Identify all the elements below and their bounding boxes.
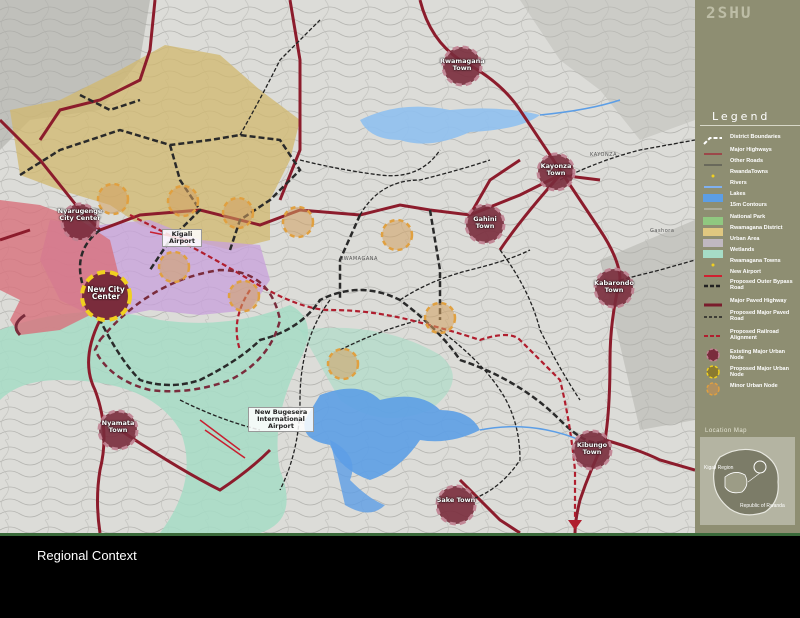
- regional-map: Rwamagana Town Nyarugenge City Center Ki…: [0, 0, 695, 533]
- label-sake: Sake Town: [436, 496, 476, 504]
- highway-thin-icon: [702, 146, 724, 156]
- label-nyarugenge: Nyarugenge City Center: [57, 207, 103, 222]
- label-kabarondo: Kabarondo Town: [594, 279, 634, 294]
- legend-item: Proposed Outer Bypass Road: [702, 278, 800, 291]
- location-map: Kigali Region Republic of Rwanda: [700, 437, 795, 525]
- district-icon: [702, 133, 724, 145]
- legend-item-label: Proposed Outer Bypass Road: [730, 279, 793, 291]
- railroad-icon: [702, 328, 724, 338]
- legend-item-label: RwandaTowns: [730, 169, 769, 175]
- legend-item: 15m Contours: [702, 201, 800, 213]
- legend-item-label: Urban Area: [730, 236, 760, 242]
- wetland-icon: [702, 246, 724, 258]
- label-gahini: Gahini Town: [473, 215, 497, 230]
- legend-item-label: New Airport: [730, 269, 761, 275]
- district-fill-icon: [702, 224, 724, 236]
- airport-icon: [702, 268, 724, 278]
- node-minor-icon: [702, 382, 724, 396]
- location-map-title: Location Map: [705, 428, 748, 434]
- label-kibungo: Kibungo Town: [576, 441, 608, 456]
- label-nyamata: Nyamata Town: [101, 419, 135, 434]
- legend-item-label: Rivers: [730, 180, 747, 186]
- legend-item-label: Lakes: [730, 191, 746, 197]
- legend-item-label: Proposed Major Paved Road: [730, 310, 790, 322]
- town-dot-icon: [702, 257, 724, 267]
- legend-item-label: District Boundaries: [730, 134, 781, 140]
- bottom-divider: [0, 533, 800, 536]
- bypass-icon: [702, 278, 724, 288]
- legend-item-label: Other Roads: [730, 158, 764, 164]
- legend-item-label: Proposed Railroad Alignment: [730, 329, 779, 341]
- node-proposed-icon: [702, 365, 724, 379]
- urban-icon: [702, 235, 724, 247]
- legend-item-label: Existing Major Urban Node: [730, 349, 786, 361]
- node-major-icon: [702, 348, 724, 362]
- place-kayonza: KAYONZA: [590, 152, 618, 158]
- label-rwamagana: Rwamagana Town: [440, 57, 485, 72]
- contour-icon: [702, 201, 724, 211]
- label-bugesera-airport: New Bugesera International Airport: [248, 407, 314, 432]
- legend-item: Proposed Major Paved Road: [702, 309, 800, 322]
- legend-item: District Boundaries: [702, 133, 800, 145]
- legend-item-label: Rwamagana District: [730, 225, 783, 231]
- node-sake: [435, 484, 477, 526]
- legend-item-label: Major Paved Highway: [730, 298, 787, 304]
- lake-icon: [702, 190, 724, 202]
- label-kigali-airport: Kigali Airport: [162, 229, 202, 247]
- label-kayonza: Kayonza Town: [540, 162, 572, 177]
- river-icon: [702, 179, 724, 189]
- legend-divider: [700, 125, 800, 126]
- proposed-road-icon: [702, 309, 724, 319]
- legend-item-label: National Park: [730, 214, 766, 220]
- label-new-city-center: New City Center: [87, 285, 125, 301]
- legend-item: Minor Urban Node: [702, 382, 800, 396]
- legend-item: Proposed Major Urban Node: [702, 365, 800, 379]
- legend-item-label: Minor Urban Node: [730, 383, 778, 389]
- legend-item-label: Wetlands: [730, 247, 755, 253]
- place-gashora: Gashora: [650, 228, 675, 234]
- location-label-kigali: Kigali Region: [704, 465, 734, 471]
- park-icon: [702, 213, 724, 225]
- place-rwamagana: RWAMAGANA: [340, 256, 378, 262]
- legend-item: Major Paved Highway: [702, 297, 800, 309]
- page-caption: Regional Context: [37, 548, 137, 563]
- legend-item-label: Major Highways: [730, 147, 772, 153]
- town-dot-icon: [702, 168, 724, 178]
- legend-item: Existing Major Urban Node: [702, 348, 800, 362]
- road-icon: [702, 157, 724, 167]
- legend-item-label: 15m Contours: [730, 202, 767, 208]
- legend-item-label: Rwamagana Towns: [730, 258, 781, 264]
- legend-title: Legend: [712, 110, 771, 123]
- brand-logo: 2SHU: [706, 3, 753, 22]
- paved-icon: [702, 297, 724, 307]
- legend-item-label: Proposed Major Urban Node: [730, 366, 789, 378]
- legend-item: Proposed Railroad Alignment: [702, 328, 800, 341]
- location-label-rwanda: Republic of Rwanda: [740, 503, 785, 509]
